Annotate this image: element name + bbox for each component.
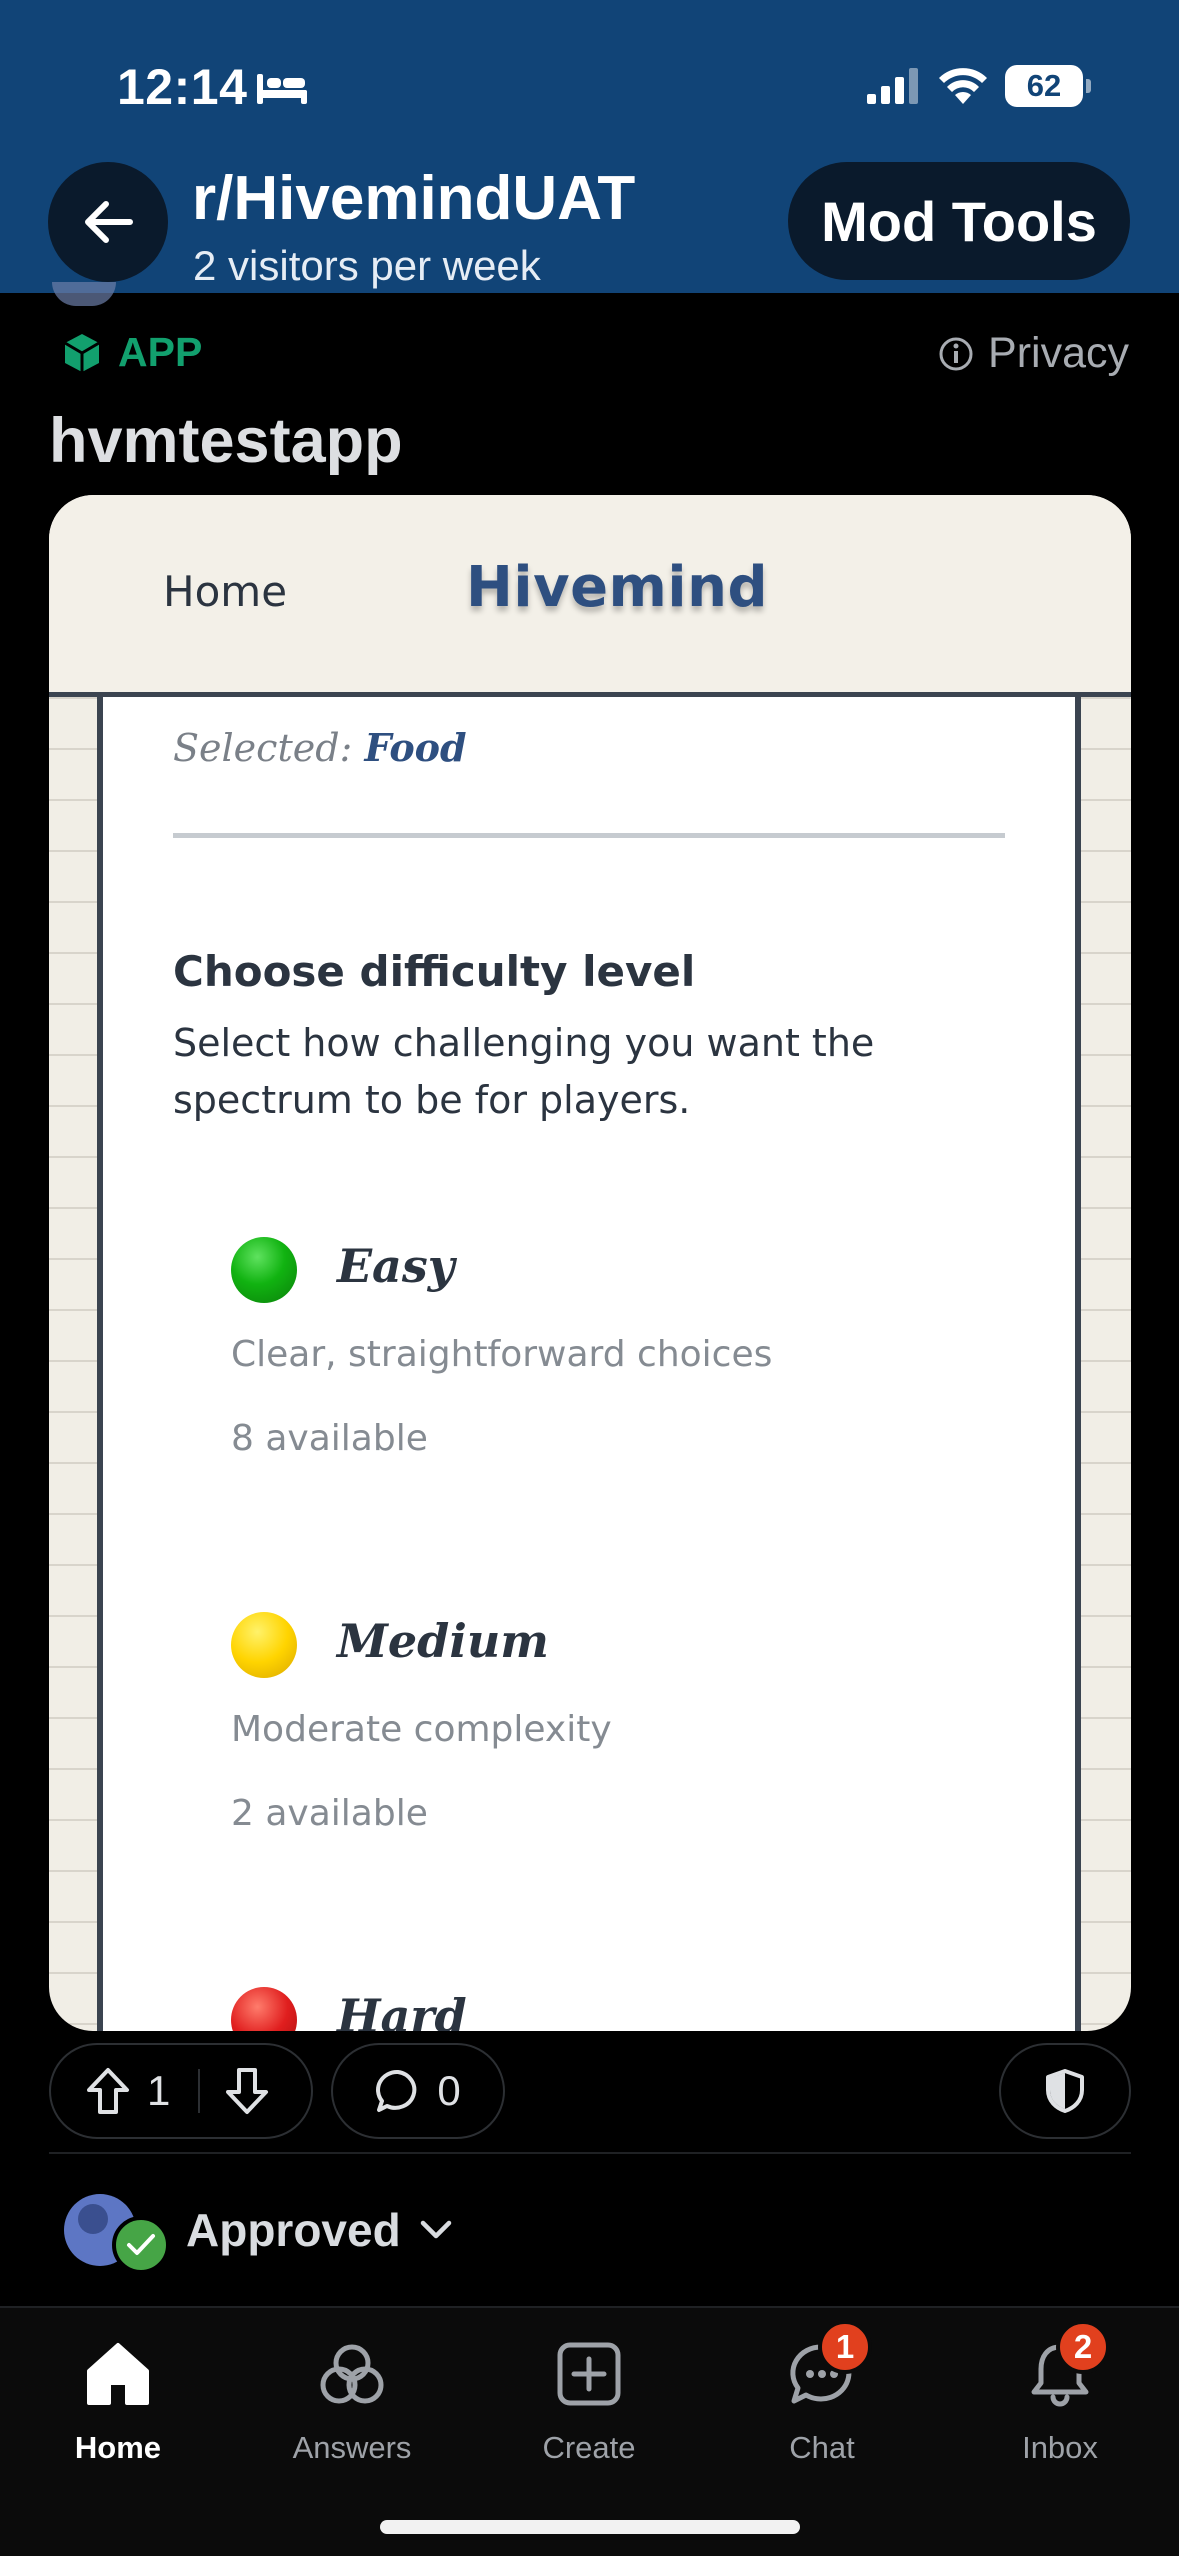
visitor-count: 2 visitors per week (193, 242, 541, 289)
sleep-focus-icon (257, 74, 307, 104)
mod-tools-button[interactable]: Mod Tools (788, 162, 1130, 280)
battery-indicator: 62 (1005, 65, 1091, 107)
difficulty-heading: Choose difficulty level (173, 947, 696, 996)
notification-badge: 1 (818, 2320, 872, 2374)
upvote-arrow-icon[interactable] (85, 2066, 131, 2116)
answers-icon (312, 2334, 392, 2414)
app-nav-bar: Home Hivemind (49, 495, 1131, 697)
arrow-left-icon (85, 201, 133, 243)
shield-icon (1046, 2069, 1084, 2113)
tab-label: Chat (789, 2430, 855, 2465)
green-circle-icon (231, 1237, 297, 1303)
privacy-link[interactable]: Privacy (938, 329, 1129, 378)
moderator-avatar (64, 2194, 170, 2274)
app-brand-logo[interactable]: Hivemind (466, 555, 768, 620)
tab-label: Inbox (1022, 2430, 1098, 2465)
subreddit-header: 12:14 62 r/HivemindUAT 2 visitors per we… (0, 0, 1179, 293)
tab-label: Home (74, 2430, 162, 2465)
tab-create[interactable]: Create (489, 2334, 689, 2474)
subreddit-name[interactable]: r/HivemindUAT (192, 163, 635, 234)
vote-count: 1 (147, 2067, 171, 2114)
selected-value: Food (364, 725, 467, 770)
bell-icon: 2 (1020, 2320, 1110, 2414)
status-time: 12:14 (117, 59, 248, 115)
plus-square-icon (549, 2334, 629, 2414)
content-panel: Selected: Food Choose difficulty level S… (97, 697, 1081, 2031)
cellular-signal-icon (867, 68, 918, 104)
selected-prefix: Selected: (173, 726, 353, 770)
divider (173, 833, 1005, 838)
approved-label: Approved (186, 2204, 401, 2256)
tab-inbox[interactable]: 2 Inbox (960, 2320, 1160, 2474)
post-title[interactable]: hvmtestapp (49, 405, 403, 477)
cube-icon (64, 333, 100, 372)
difficulty-option-medium[interactable]: Medium Moderate complexity 2 available (213, 1612, 973, 1872)
checkmark-icon (112, 2216, 170, 2274)
difficulty-option-hard[interactable]: Hard (213, 1987, 973, 2031)
status-indicators: 62 (867, 62, 1091, 110)
bottom-tab-bar: Home Answers Create 1 Chat 2 Inbox (0, 2306, 1179, 2556)
yellow-circle-icon (231, 1612, 297, 1678)
difficulty-subtitle: Moderate complexity (231, 1709, 612, 1750)
downvote-arrow-icon[interactable] (224, 2066, 270, 2116)
chevron-down-icon (420, 2220, 451, 2239)
difficulty-option-easy[interactable]: Easy Clear, straightforward choices 8 av… (213, 1237, 973, 1497)
difficulty-name: Hard (337, 1989, 467, 2031)
moderation-shield-button[interactable] (999, 2043, 1131, 2139)
approval-status-dropdown[interactable]: Approved (64, 2194, 453, 2274)
red-circle-icon (231, 1987, 297, 2031)
vote-separator (198, 2069, 201, 2113)
difficulty-count: 2 available (231, 1793, 428, 1834)
info-icon (939, 337, 973, 370)
home-indicator (380, 2520, 800, 2534)
difficulty-name: Easy (337, 1239, 455, 1293)
notification-badge: 2 (1056, 2320, 1110, 2374)
author-avatar (52, 282, 116, 306)
tab-chat[interactable]: 1 Chat (722, 2320, 922, 2474)
tab-answers[interactable]: Answers (252, 2334, 452, 2474)
difficulty-subtitle: Clear, straightforward choices (231, 1334, 773, 1375)
chat-icon: 1 (782, 2320, 872, 2414)
tab-label: Create (542, 2430, 636, 2465)
app-tag-label: APP (118, 329, 203, 375)
difficulty-count: 8 available (231, 1418, 428, 1459)
vote-control: 1 (49, 2043, 313, 2139)
app-embed: Home Hivemind Selected: Food Choose diff… (49, 495, 1131, 2031)
divider (49, 2152, 1131, 2154)
difficulty-description: Select how challenging you want the spec… (173, 1021, 875, 1122)
back-button[interactable] (48, 162, 168, 282)
tab-home[interactable]: Home (18, 2334, 218, 2474)
home-icon (78, 2334, 158, 2414)
difficulty-name: Medium (337, 1614, 549, 1668)
app-tag: APP (62, 329, 202, 376)
nav-home-link[interactable]: Home (163, 567, 287, 616)
tab-label: Answers (292, 2430, 412, 2465)
wifi-icon (939, 68, 987, 104)
selected-category: Selected: Food (173, 725, 467, 770)
comment-count: 0 (437, 2067, 461, 2114)
privacy-label: Privacy (988, 329, 1129, 377)
comment-bubble-icon (376, 2069, 417, 2112)
comments-button[interactable]: 0 (331, 2043, 505, 2139)
